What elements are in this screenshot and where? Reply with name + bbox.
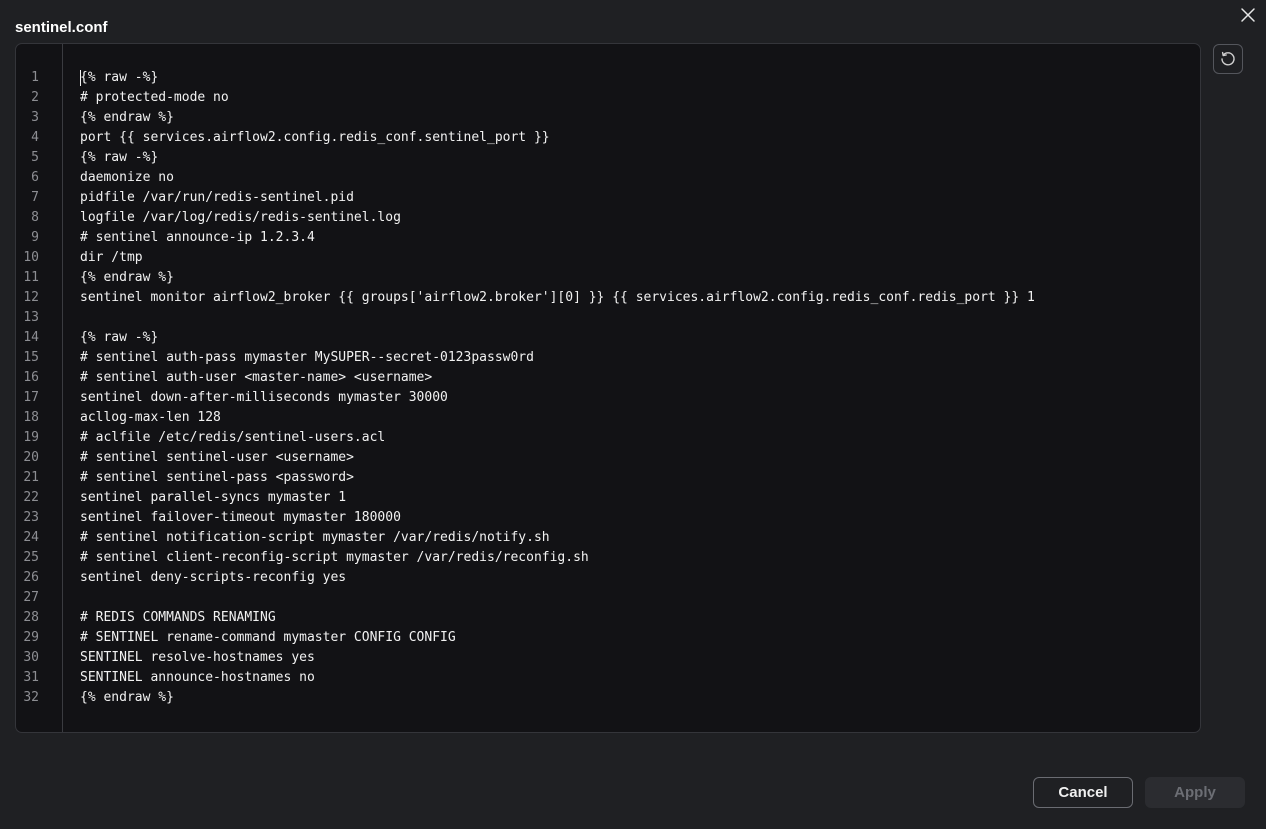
reset-button[interactable] bbox=[1213, 44, 1243, 74]
line-number: 8 bbox=[31, 210, 39, 225]
code-line[interactable]: dir /tmp bbox=[80, 248, 143, 268]
code-line[interactable]: # protected-mode no bbox=[80, 88, 229, 108]
config-editor-dialog: sentinel.conf 1 2 3 4 5 6 7 8 9 10 11 12 13 14 15 16 17 1… bbox=[0, 0, 1266, 829]
code-line[interactable]: # sentinel announce-ip 1.2.3.4 bbox=[80, 228, 315, 248]
code-line[interactable]: {% endraw %} bbox=[80, 688, 174, 708]
line-number: 17 bbox=[23, 390, 39, 405]
line-number: 25 bbox=[23, 550, 39, 565]
close-icon bbox=[1241, 8, 1255, 22]
code-line[interactable]: sentinel monitor airflow2_broker {{ grou… bbox=[80, 288, 1035, 308]
code-line[interactable]: {% raw -%} bbox=[80, 68, 158, 88]
line-number: 27 bbox=[23, 590, 39, 605]
code-line[interactable]: logfile /var/log/redis/redis-sentinel.lo… bbox=[80, 208, 401, 228]
line-number: 30 bbox=[23, 650, 39, 665]
line-number: 15 bbox=[23, 350, 39, 365]
line-number: 28 bbox=[23, 610, 39, 625]
code-line[interactable]: # sentinel notification-script mymaster … bbox=[80, 528, 550, 548]
code-line[interactable]: # REDIS COMMANDS RENAMING bbox=[80, 608, 276, 628]
code-line[interactable]: {% endraw %} bbox=[80, 108, 174, 128]
code-line[interactable]: SENTINEL resolve-hostnames yes bbox=[80, 648, 315, 668]
code-line[interactable]: daemonize no bbox=[80, 168, 174, 188]
line-number: 21 bbox=[23, 470, 39, 485]
code-line[interactable]: # sentinel auth-pass mymaster MySUPER--s… bbox=[80, 348, 534, 368]
dialog-title: sentinel.conf bbox=[15, 19, 108, 36]
line-number: 26 bbox=[23, 570, 39, 585]
code-line[interactable]: {% endraw %} bbox=[80, 268, 174, 288]
reset-icon bbox=[1221, 51, 1235, 66]
code-editor[interactable]: 1 2 3 4 5 6 7 8 9 10 11 12 13 14 15 16 17 18 19 20 21 22 23 24 2… bbox=[15, 43, 1201, 733]
code-line[interactable]: # SENTINEL rename-command mymaster CONFI… bbox=[80, 628, 456, 648]
code-line[interactable]: {% raw -%} bbox=[80, 328, 158, 348]
apply-button[interactable]: Apply bbox=[1145, 777, 1245, 808]
line-number: 11 bbox=[23, 270, 39, 285]
code-line[interactable]: # sentinel sentinel-user <username> bbox=[80, 448, 354, 468]
line-number: 18 bbox=[23, 410, 39, 425]
code-line[interactable]: pidfile /var/run/redis-sentinel.pid bbox=[80, 188, 354, 208]
line-number: 20 bbox=[23, 450, 39, 465]
line-number: 19 bbox=[23, 430, 39, 445]
line-number: 24 bbox=[23, 530, 39, 545]
line-number: 29 bbox=[23, 630, 39, 645]
line-number: 14 bbox=[23, 330, 39, 345]
code-line[interactable]: # sentinel client-reconfig-script mymast… bbox=[80, 548, 589, 568]
line-number: 2 bbox=[31, 90, 39, 105]
line-number-gutter: 1 2 3 4 5 6 7 8 9 10 11 12 13 14 15 16 17 18 19 20 21 22 23 24 2… bbox=[16, 44, 63, 732]
line-number: 9 bbox=[31, 230, 39, 245]
line-number: 6 bbox=[31, 170, 39, 185]
line-number: 22 bbox=[23, 490, 39, 505]
line-number: 31 bbox=[23, 670, 39, 685]
code-line[interactable]: SENTINEL announce-hostnames no bbox=[80, 668, 315, 688]
line-number: 5 bbox=[31, 150, 39, 165]
line-number: 13 bbox=[23, 310, 39, 325]
code-line[interactable]: port {{ services.airflow2.config.redis_c… bbox=[80, 128, 550, 148]
line-number: 1 bbox=[31, 70, 39, 85]
cancel-button[interactable]: Cancel bbox=[1033, 777, 1133, 808]
line-number: 16 bbox=[23, 370, 39, 385]
code-line[interactable]: # sentinel auth-user <master-name> <user… bbox=[80, 368, 432, 388]
line-number: 7 bbox=[31, 190, 39, 205]
code-line[interactable]: acllog-max-len 128 bbox=[80, 408, 221, 428]
code-line[interactable]: # aclfile /etc/redis/sentinel-users.acl bbox=[80, 428, 385, 448]
line-number: 10 bbox=[23, 250, 39, 265]
text-cursor bbox=[80, 70, 81, 86]
code-line[interactable]: {% raw -%} bbox=[80, 148, 158, 168]
line-number: 32 bbox=[23, 690, 39, 705]
close-button[interactable] bbox=[1238, 5, 1258, 25]
line-number: 12 bbox=[23, 290, 39, 305]
code-line[interactable]: sentinel down-after-milliseconds mymaste… bbox=[80, 388, 448, 408]
code-line[interactable]: sentinel parallel-syncs mymaster 1 bbox=[80, 488, 346, 508]
code-line[interactable]: sentinel failover-timeout mymaster 18000… bbox=[80, 508, 401, 528]
line-number: 23 bbox=[23, 510, 39, 525]
line-number: 4 bbox=[31, 130, 39, 145]
line-number: 3 bbox=[31, 110, 39, 125]
code-line[interactable]: # sentinel sentinel-pass <password> bbox=[80, 468, 354, 488]
code-line[interactable]: sentinel deny-scripts-reconfig yes bbox=[80, 568, 346, 588]
